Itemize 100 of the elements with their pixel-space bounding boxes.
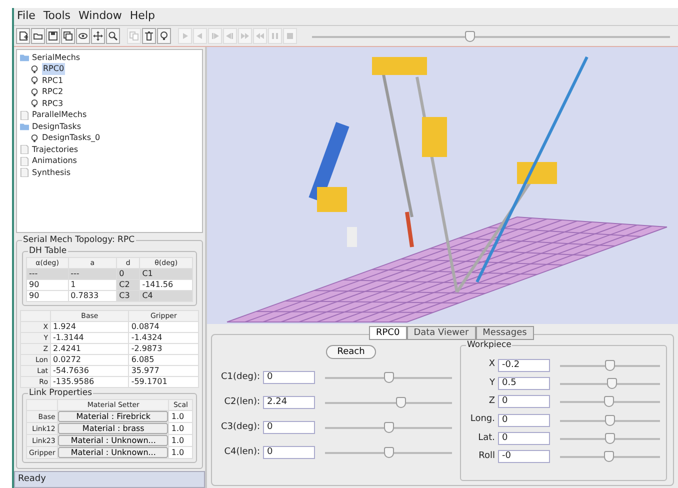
slider-thumb[interactable] [464, 30, 475, 42]
input-field[interactable]: 0.5 [498, 376, 550, 390]
slider-thumb[interactable] [384, 422, 394, 433]
page-icon [18, 31, 28, 41]
folder-icon [20, 122, 29, 132]
field-label: Roll [478, 450, 495, 463]
pause-icon [270, 31, 280, 41]
slider-thumb[interactable] [604, 396, 614, 408]
folder-icon [20, 53, 29, 62]
tree-item[interactable]: Trajectories [32, 144, 78, 156]
input-field[interactable]: -0.2 [498, 358, 550, 372]
tree-item[interactable]: DesignTasks_0 [42, 132, 100, 144]
field-label: Y [488, 376, 495, 390]
input-field[interactable]: 0 [498, 432, 550, 445]
table-cell: 90 [26, 280, 68, 291]
slider-thumb[interactable] [384, 372, 394, 383]
bulb-icon [30, 99, 39, 108]
table-cell: 1.0 [168, 434, 192, 447]
play-icon [180, 31, 190, 41]
table-cell: 1.0 [168, 446, 192, 459]
table-cell: -2.9873 [128, 344, 198, 355]
field-label: Long. [469, 413, 495, 426]
table-cell: -1.3144 [50, 332, 129, 344]
zoom-icon [108, 31, 118, 41]
field-label: X [488, 358, 495, 372]
slider-thumb[interactable] [396, 397, 406, 408]
panel-title: Serial Mech Topology: RPC [22, 235, 136, 246]
table-cell: 6.085 [128, 354, 198, 366]
status-bar: Ready [14, 471, 205, 488]
tree-item[interactable]: SerialMechs [32, 52, 80, 64]
menu-item[interactable]: Window [78, 8, 122, 25]
table-cell: 90 [26, 290, 68, 302]
trash-icon [144, 31, 154, 41]
slider-thumb[interactable] [605, 432, 615, 444]
input-field[interactable]: 2.24 [263, 396, 315, 409]
material-button[interactable]: Material : Firebrick [58, 411, 168, 422]
toolbar-button[interactable] [157, 28, 171, 44]
copy-icon [129, 31, 139, 41]
field-label: Lat. [477, 432, 495, 445]
toolbar-button[interactable] [46, 28, 60, 44]
input-field[interactable]: 0 [263, 371, 315, 384]
input-field[interactable]: 0 [263, 421, 315, 434]
move-icon [93, 31, 103, 41]
toolbar-button[interactable] [61, 28, 75, 44]
table-cell: -59.1701 [128, 376, 198, 388]
toolbar-button[interactable] [91, 28, 105, 44]
save-icon [63, 31, 73, 41]
material-button[interactable]: Material : Unknown... [58, 435, 168, 446]
group-title: DH Table [28, 246, 68, 258]
material-button[interactable]: Material : brass [58, 423, 168, 434]
reach-button[interactable]: Reach [326, 345, 376, 359]
bulb-icon [159, 31, 169, 41]
material-button[interactable]: Material : Unknown... [58, 447, 168, 458]
tree-item[interactable]: RPC1 [42, 74, 64, 87]
field-label: C3(deg): [220, 420, 260, 434]
folder-icon [33, 31, 43, 41]
tree-item[interactable]: Animations [32, 155, 77, 168]
slider-thumb[interactable] [607, 378, 617, 389]
bulb-icon [30, 64, 39, 74]
fast-forward-icon [240, 31, 250, 41]
toolbar-button[interactable] [142, 28, 156, 44]
slider-thumb[interactable] [384, 447, 394, 458]
input-field[interactable]: -0 [498, 450, 550, 464]
table-cell: --- [26, 268, 68, 280]
table-cell: 0.0874 [128, 322, 198, 333]
stop-icon [285, 31, 295, 41]
table-cell: 1.0 [168, 410, 192, 423]
menu-item[interactable]: File [17, 8, 36, 25]
field-label: C2(len): [223, 396, 260, 409]
tab[interactable]: RPC0 [369, 326, 407, 340]
page-icon [20, 110, 29, 120]
table-cell: 2.4241 [50, 344, 129, 355]
slider-thumb[interactable] [604, 451, 614, 462]
table-cell: 0.7833 [68, 290, 117, 302]
toolbar-button[interactable] [106, 28, 120, 44]
tab[interactable]: Messages [476, 326, 534, 340]
menu-item[interactable]: Tools [43, 8, 71, 25]
input-field[interactable]: 0 [498, 395, 550, 408]
toolbar-button[interactable] [76, 28, 90, 44]
toolbar-button[interactable] [31, 28, 45, 44]
menu-item[interactable]: Help [130, 8, 155, 25]
slider-thumb[interactable] [605, 414, 615, 426]
input-field[interactable]: 0 [263, 446, 315, 459]
bulb-icon [30, 134, 39, 143]
tree-item[interactable]: RPC3 [42, 98, 64, 110]
tree-item[interactable]: Synthesis [32, 166, 71, 179]
toolbar-button[interactable] [16, 28, 30, 44]
group-title: Workpiece [466, 340, 512, 351]
input-field[interactable]: 0 [498, 414, 550, 427]
tab[interactable]: Data Viewer [406, 326, 476, 340]
tree-item[interactable]: RPC2 [42, 86, 64, 98]
tree-item[interactable]: DesignTasks [32, 120, 82, 133]
tree-item[interactable]: RPC0 [42, 63, 66, 76]
save-icon [48, 31, 58, 41]
bulb-icon [30, 76, 39, 86]
table-cell: 1.924 [50, 322, 129, 333]
table-cell: 0.0272 [50, 354, 129, 366]
tree-item[interactable]: ParallelMechs [32, 109, 87, 122]
table-cell: 1.0 [168, 422, 192, 435]
slider-thumb[interactable] [605, 360, 615, 371]
